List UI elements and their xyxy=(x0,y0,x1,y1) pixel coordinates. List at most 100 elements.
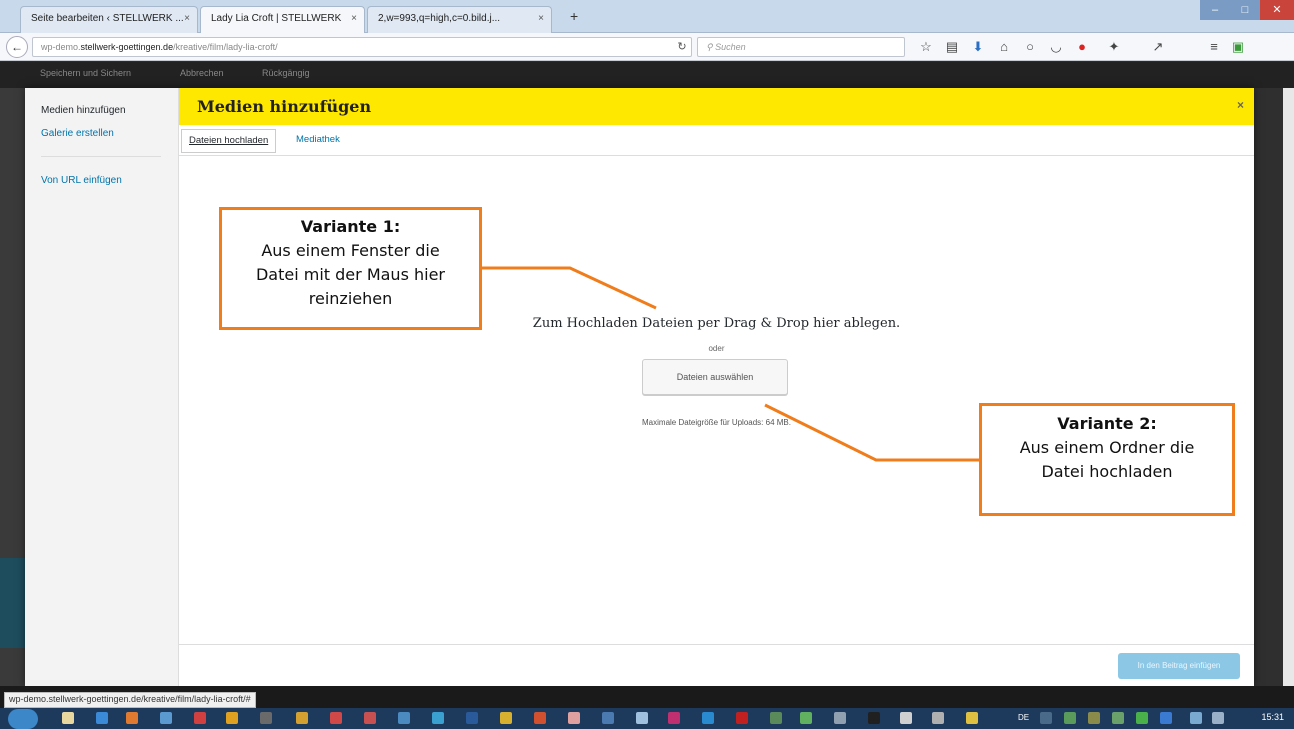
browser-nav-bar: ← wp-demo.stellwerk-goettingen.de/kreati… xyxy=(0,33,1294,61)
app-icon[interactable] xyxy=(534,712,546,724)
firefox-icon[interactable] xyxy=(126,712,138,724)
window-close-icon[interactable]: ✕ xyxy=(1260,0,1294,20)
adblock-icon[interactable]: ● xyxy=(1074,39,1090,55)
app-icon[interactable] xyxy=(736,712,748,724)
browser-tab-strip: Seite bearbeiten ‹ STELLWERK ... × Lady … xyxy=(0,0,1294,33)
annotation-variant-2: Variante 2: Aus einem Ordner die Datei h… xyxy=(979,403,1235,516)
url-host: stellwerk-goettingen.de xyxy=(80,42,174,52)
media-menu: Medien hinzufügen Galerie erstellen Von … xyxy=(25,88,179,686)
tray-icon[interactable] xyxy=(1064,712,1076,724)
tab-label: Seite bearbeiten ‹ STELLWERK ... xyxy=(31,13,184,24)
close-icon[interactable]: × xyxy=(351,13,357,24)
app-icon[interactable] xyxy=(330,712,342,724)
variant1-title: Variante 1: xyxy=(300,217,401,236)
network-icon[interactable] xyxy=(1190,712,1202,724)
menu-separator xyxy=(41,156,161,157)
variant1-line3: reinziehen xyxy=(308,289,393,308)
tray-icon[interactable] xyxy=(1088,712,1100,724)
minimize-icon[interactable]: – xyxy=(1200,0,1230,20)
tool-icon[interactable]: ↗ xyxy=(1150,39,1166,55)
cancel-button[interactable]: Abbrechen xyxy=(180,68,224,78)
menu-icon[interactable]: ≡ xyxy=(1206,39,1222,55)
app-icon[interactable] xyxy=(160,712,172,724)
volume-icon[interactable] xyxy=(1212,712,1224,724)
variant2-title: Variante 2: xyxy=(1057,414,1157,433)
menu-item-add-media[interactable]: Medien hinzufügen xyxy=(41,105,126,116)
reload-icon[interactable]: ↻ xyxy=(672,37,692,57)
back-arrow-icon[interactable]: ← xyxy=(6,36,28,58)
tray-icon[interactable] xyxy=(1112,712,1124,724)
menu-item-create-gallery[interactable]: Galerie erstellen xyxy=(41,128,114,139)
scrollbar[interactable] xyxy=(1283,88,1294,686)
tab-upload-label: Dateien hochladen xyxy=(189,135,269,146)
close-icon[interactable]: × xyxy=(184,13,190,24)
ie-icon[interactable] xyxy=(96,712,108,724)
tab-media-library[interactable]: Mediathek xyxy=(289,129,347,153)
tray-icon[interactable] xyxy=(1040,712,1052,724)
home-icon[interactable]: ⌂ xyxy=(996,39,1012,55)
bookmark-star-icon[interactable]: ☆ xyxy=(918,39,934,55)
app-icon[interactable] xyxy=(568,712,580,724)
url-prefix: wp-demo. xyxy=(41,42,81,52)
media-modal: Medien hinzufügen Galerie erstellen Von … xyxy=(25,88,1254,686)
close-icon[interactable]: × xyxy=(538,13,544,24)
start-button[interactable] xyxy=(8,709,38,729)
variant1-line2: Datei mit der Maus hier xyxy=(255,265,445,284)
app-icon[interactable] xyxy=(966,712,978,724)
app-icon[interactable] xyxy=(296,712,308,724)
download-icon[interactable]: ⬇ xyxy=(970,39,986,55)
app-icon[interactable] xyxy=(834,712,846,724)
tab-image[interactable]: 2,w=993,q=high,c=0.bild.j... × xyxy=(367,6,552,33)
status-url: wp-demo.stellwerk-goettingen.de/kreative… xyxy=(4,692,256,708)
tab-label: 2,w=993,q=high,c=0.bild.j... xyxy=(378,13,501,24)
save-button[interactable]: Speichern und Sichern xyxy=(40,68,131,78)
variant2-line1: Aus einem Ordner die xyxy=(1019,438,1195,457)
chrome-icon[interactable] xyxy=(226,712,238,724)
app-icon[interactable] xyxy=(900,712,912,724)
tray-icon[interactable] xyxy=(1136,712,1148,724)
language-indicator[interactable]: DE xyxy=(1018,713,1029,722)
tab-upload-files[interactable]: Dateien hochladen xyxy=(181,129,277,153)
pocket-icon[interactable]: ◡ xyxy=(1048,39,1064,55)
insert-into-post-button[interactable]: In den Beitrag einfügen xyxy=(1118,653,1240,679)
explorer-icon[interactable] xyxy=(62,712,74,724)
new-tab-button[interactable]: + xyxy=(570,8,578,24)
reading-list-icon[interactable]: ▤ xyxy=(944,39,960,55)
app-icon[interactable] xyxy=(800,712,812,724)
app-icon[interactable] xyxy=(770,712,782,724)
clock[interactable]: 15:31 xyxy=(1261,712,1284,722)
app-icon[interactable] xyxy=(432,712,444,724)
undo-button[interactable]: Rückgängig xyxy=(262,68,310,78)
app-icon[interactable] xyxy=(668,712,680,724)
or-text: oder xyxy=(708,344,725,353)
admin-bar: Speichern und Sichern Abbrechen Rückgäng… xyxy=(0,62,1294,88)
app-icon[interactable] xyxy=(466,712,478,724)
addon-icon[interactable]: ▣ xyxy=(1230,39,1246,55)
modal-toolbar: In den Beitrag einfügen xyxy=(179,644,1254,686)
app-icon[interactable] xyxy=(500,712,512,724)
menu-item-insert-from-url[interactable]: Von URL einfügen xyxy=(41,175,122,186)
app-icon[interactable] xyxy=(636,712,648,724)
app-icon[interactable] xyxy=(868,712,880,724)
tab-edit-page[interactable]: Seite bearbeiten ‹ STELLWERK ... × xyxy=(20,6,198,33)
media-tabs: Dateien hochladen Mediathek xyxy=(179,125,1254,156)
select-files-button[interactable]: Dateien auswählen xyxy=(642,359,788,395)
variant1-line1: Aus einem Fenster die xyxy=(261,241,440,260)
url-bar[interactable]: wp-demo.stellwerk-goettingen.de/kreative… xyxy=(32,37,692,57)
app-icon[interactable] xyxy=(364,712,376,724)
app-icon[interactable] xyxy=(398,712,410,724)
page-title: Medien hinzufügen xyxy=(197,97,372,116)
chat-icon[interactable]: ○ xyxy=(1022,39,1038,55)
close-icon[interactable]: × xyxy=(1237,98,1244,112)
extension-icon[interactable]: ✦ xyxy=(1106,39,1122,55)
maximize-icon[interactable]: □ xyxy=(1230,0,1260,20)
tray-icon[interactable] xyxy=(1160,712,1172,724)
app-icon[interactable] xyxy=(602,712,614,724)
app-icon[interactable] xyxy=(260,712,272,724)
search-input[interactable]: ⚲ Suchen xyxy=(697,37,905,57)
app-icon[interactable] xyxy=(702,712,714,724)
variant2-line2: Datei hochladen xyxy=(1041,462,1173,481)
filezilla-icon[interactable] xyxy=(194,712,206,724)
app-icon[interactable] xyxy=(932,712,944,724)
tab-lady-lia-croft[interactable]: Lady Lia Croft | STELLWERK × xyxy=(200,6,365,33)
